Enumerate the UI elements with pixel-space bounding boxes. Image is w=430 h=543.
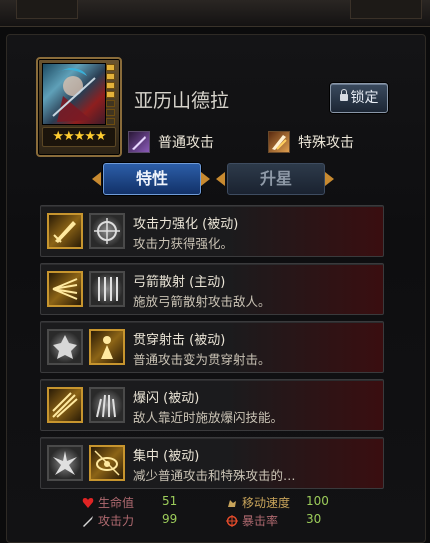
stat-label: 移动速度 (242, 496, 291, 510)
shatter-icon (47, 329, 83, 365)
stat-hp: 生命值 (82, 494, 134, 511)
skill-name: 贯穿射击 (被动) (133, 333, 226, 348)
arrow-spread-icon (47, 271, 83, 307)
stat-hp-value: 51 (162, 494, 177, 508)
hero-star-rating: ★★★★★ (42, 127, 116, 147)
tab-left-ornament (216, 172, 225, 186)
flash-arrow-icon (47, 387, 83, 423)
top-bar (0, 0, 430, 27)
normal-attack-icon (128, 131, 150, 153)
top-bar-left-notch (16, 0, 78, 19)
skill-description: 敌人靠近时施放爆闪技能。 (133, 410, 284, 425)
stat-label: 暴击率 (242, 514, 279, 528)
skill-description: 攻击力获得强化。 (133, 236, 234, 251)
lock-button-label: 锁定 (350, 90, 379, 106)
skill-row[interactable]: 攻击力强化 (被动) 攻击力获得强化。 (40, 205, 384, 257)
tab-right-ornament (201, 172, 210, 186)
stat-label: 生命值 (98, 496, 135, 510)
skill-description: 施放弓箭散射攻击敌人。 (133, 294, 271, 309)
top-bar-right-notch (350, 0, 422, 19)
level-pip (106, 118, 115, 125)
dagger-icon (82, 515, 94, 527)
burst-icon (89, 387, 125, 423)
stat-value: 30 (306, 512, 322, 526)
special-attack-type: 特殊攻击 (268, 131, 354, 153)
explosion-icon (47, 445, 83, 481)
level-pip (106, 73, 115, 80)
normal-attack-type: 普通攻击 (128, 131, 214, 153)
sword-icon (47, 213, 83, 249)
level-pip (106, 100, 115, 107)
skill-row[interactable]: 集中 (被动) 减少普通攻击和特殊攻击的… (40, 437, 384, 489)
tab-traits[interactable]: 特性 (103, 163, 201, 195)
lock-button[interactable]: 锁定 (330, 83, 388, 113)
hero-portrait-frame[interactable]: ★★★★★ (36, 57, 122, 157)
skill-description: 减少普通攻击和特殊攻击的… (133, 468, 296, 483)
skill-name: 集中 (被动) (133, 449, 200, 464)
arrow-rain-icon (89, 271, 125, 307)
skill-name: 攻击力强化 (被动) (133, 217, 239, 232)
stat-crit-value: 30 (306, 512, 321, 526)
skill-row[interactable]: 贯穿射击 (被动) 普通攻击变为贯穿射击。 (40, 321, 384, 373)
hero-name: 亚历山德拉 (134, 90, 230, 112)
skill-description: 普通攻击变为贯穿射击。 (133, 352, 271, 367)
stat-attack: 攻击力 (82, 512, 134, 529)
stat-value: 100 (306, 494, 329, 508)
stat-speed: 移动速度 (226, 494, 290, 511)
stat-crit: 暴击率 (226, 512, 278, 529)
skill-row[interactable]: 弓箭散射 (主动) 施放弓箭散射攻击敌人。 (40, 263, 384, 315)
stat-label: 攻击力 (98, 514, 135, 528)
winged-boot-icon (226, 497, 238, 509)
hero-level-pips (106, 64, 115, 134)
special-attack-label: 特殊攻击 (298, 135, 354, 151)
skill-row[interactable]: 爆闪 (被动) 敌人靠近时施放爆闪技能。 (40, 379, 384, 431)
special-attack-icon (268, 131, 290, 153)
hero-portrait (42, 63, 106, 125)
target-icon (226, 514, 238, 527)
level-pip (106, 64, 115, 71)
stat-value: 51 (162, 494, 178, 508)
eye-focus-icon (89, 445, 125, 481)
stat-value: 99 (162, 512, 178, 526)
stat-speed-value: 100 (306, 494, 329, 508)
stats-panel: 生命值 51 攻击力 99 移动速度 100 暴击率 30 (80, 492, 380, 538)
skill-name: 爆闪 (被动) (133, 391, 200, 406)
skill-list: 攻击力强化 (被动) 攻击力获得强化。 弓箭散射 (主动) 施放弓箭散射攻击敌人… (40, 205, 384, 495)
tab-bar: 特性 升星 (0, 160, 430, 196)
tab-star-up[interactable]: 升星 (227, 163, 325, 195)
skill-name: 弓箭散射 (主动) (133, 275, 226, 290)
level-pip (106, 109, 115, 116)
heart-icon (82, 497, 94, 509)
stat-attack-value: 99 (162, 512, 177, 526)
level-pip (106, 91, 115, 98)
lock-icon (339, 89, 348, 101)
crosshair-icon (89, 213, 125, 249)
tab-left-ornament (92, 172, 101, 186)
archer-icon (89, 329, 125, 365)
tab-right-ornament (325, 172, 334, 186)
normal-attack-label: 普通攻击 (158, 135, 214, 151)
level-pip (106, 82, 115, 89)
